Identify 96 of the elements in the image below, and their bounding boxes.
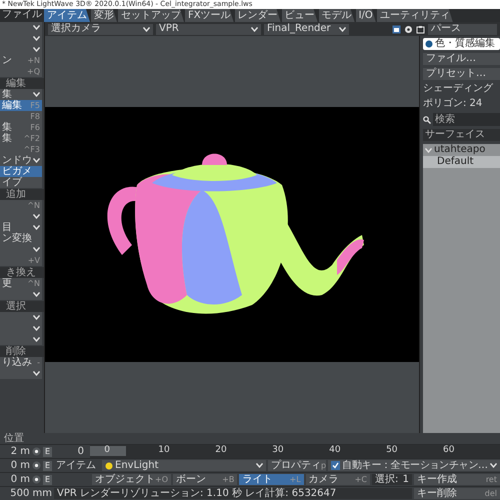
viewport[interactable] (45, 36, 420, 433)
toolbar-tab[interactable]: アイテム (44, 9, 90, 22)
tool-button[interactable]: 集 ^F2 (0, 133, 42, 144)
chevron-down-icon (33, 292, 40, 297)
toolbar-tab[interactable]: セットアップ (118, 9, 184, 22)
tool-button[interactable]: 集 F6 (0, 122, 42, 133)
surface-editor-button[interactable]: 色・質感編集 (423, 38, 500, 50)
item-label: アイテム (55, 460, 97, 472)
create-key-button[interactable]: キー作成 ret (414, 474, 500, 485)
tool-dropdown[interactable] (0, 289, 42, 300)
chevron-down-icon (143, 26, 150, 32)
auto-key-checkbox[interactable] (331, 461, 340, 470)
tool-dropdown[interactable] (0, 368, 42, 379)
section-header: サーフェイス (423, 129, 500, 141)
tool-button[interactable]: ビガメ (0, 166, 42, 177)
selection-count: 選択: 1 (372, 474, 412, 485)
tree-item[interactable]: Default (423, 156, 500, 168)
file-menu[interactable]: ファイル (0, 9, 44, 22)
search-icon (423, 116, 431, 124)
dropdown-label: ンドウ (2, 155, 32, 166)
chevron-down-icon (339, 26, 346, 32)
item-type-button[interactable]: カメラ +C (306, 474, 370, 485)
file-button[interactable]: ファイル… (423, 53, 500, 65)
envelope-button[interactable]: E (43, 474, 52, 484)
tool-dropdown[interactable] (0, 312, 42, 323)
info-text: ポリゴン: 24 (423, 98, 484, 110)
timeline-label: 30 (272, 445, 284, 455)
item-dropdown[interactable]: EnvLight (102, 460, 266, 471)
tool-button[interactable]: イブ (0, 177, 42, 188)
tool-dropdown[interactable] (0, 334, 42, 345)
envelope-button[interactable]: E (43, 460, 52, 470)
timeline-label: 20 (215, 445, 227, 455)
timeline-label: 10 (158, 445, 170, 455)
sphere-icon (425, 40, 433, 48)
panel-section-header: 編集 (0, 78, 44, 89)
tool-dropdown[interactable]: 目 (0, 222, 42, 233)
position-value: 0 m (10, 474, 30, 486)
view-dropdown[interactable]: パース (428, 24, 497, 34)
panel-section-header: き換え (0, 267, 44, 278)
tool-button[interactable]: り込み - (0, 357, 42, 368)
chevron-down-icon (33, 92, 40, 97)
tree-item[interactable]: utahteapo (423, 144, 500, 156)
camera-dropdown[interactable]: 選択カメラ (48, 24, 153, 34)
tool-button[interactable]: ン変換 (0, 233, 42, 244)
timeline-label: 40 (329, 445, 341, 455)
tool-button[interactable]: 編集 F5 (0, 100, 42, 111)
timeline-label: 60 (443, 445, 454, 455)
toolbar-tab[interactable]: I/O (356, 9, 376, 22)
settings-icon[interactable] (404, 24, 413, 34)
envelope-button[interactable]: E (43, 446, 52, 456)
timeline-label: 0 (104, 445, 110, 455)
panel-section-header: 削除 (0, 346, 44, 357)
tool-button[interactable]: 更 ^N (0, 278, 42, 289)
tool-button[interactable]: ン +N (0, 55, 42, 66)
chevron-down-icon (33, 247, 40, 252)
info-text: シェーディング (423, 83, 494, 95)
search-field[interactable]: 検索 (433, 113, 500, 126)
chevron-down-icon (256, 463, 263, 468)
properties-button[interactable]: プロパティ p (268, 460, 326, 471)
position-label: 位置 (3, 433, 25, 444)
toolbar-tab[interactable]: ビュー (282, 9, 318, 22)
render-dropdown[interactable]: Final_Render (264, 24, 349, 34)
toolbar-tab[interactable]: レンダー (234, 9, 281, 22)
chevron-down-icon (251, 26, 258, 32)
auto-key-dropdown[interactable]: 自動キー：全モーションチャン… (328, 460, 500, 471)
snapshot-icon[interactable] (416, 24, 425, 34)
dropdown-label: 目 (2, 222, 12, 233)
timeline[interactable]: 0 10 20 30 40 50 60 (90, 445, 500, 458)
tool-dropdown[interactable] (0, 22, 42, 33)
position-value: 2 m (10, 446, 30, 458)
panel-section-header: 追加 (0, 189, 44, 200)
chevron-down-icon (33, 158, 40, 163)
item-type-button[interactable]: ボーン +B (173, 474, 238, 485)
toolbar-tab[interactable]: 変形 (91, 9, 117, 22)
tool-dropdown[interactable]: ンドウ (0, 155, 42, 166)
dropdown-label: 集 (2, 89, 12, 100)
item-type-button[interactable]: オブジェクト+O (92, 474, 171, 485)
camera-icon[interactable] (392, 24, 401, 34)
toolbar-tab[interactable]: モデル (318, 9, 355, 22)
chevron-down-icon (33, 371, 40, 376)
toolbar-tab[interactable]: FXツール (185, 9, 234, 22)
timeline-label: 50 (386, 445, 398, 455)
mode-dropdown[interactable]: VPR (156, 24, 261, 34)
expand-chevron-icon (425, 148, 432, 152)
timeline-slider-thumb[interactable] (90, 446, 126, 456)
tool-dropdown[interactable]: 集 (0, 89, 42, 100)
panel-section-header: 選択 (0, 301, 44, 312)
status-text: VPR レンダーリゾリューション: 1.10 秒 レイ計算: 6532647 (54, 488, 412, 499)
light-icon (105, 462, 113, 470)
delete-key-button[interactable]: キー削除 del (414, 488, 500, 499)
preset-button[interactable]: プリセット… (423, 68, 500, 80)
chevron-down-icon (490, 463, 497, 468)
grid-size: 500 mm (9, 488, 52, 500)
position-value: 0 m (10, 460, 30, 472)
item-type-button[interactable]: ライト +L (239, 474, 304, 485)
toolbar-tab[interactable]: ユーティリティ (376, 9, 453, 22)
